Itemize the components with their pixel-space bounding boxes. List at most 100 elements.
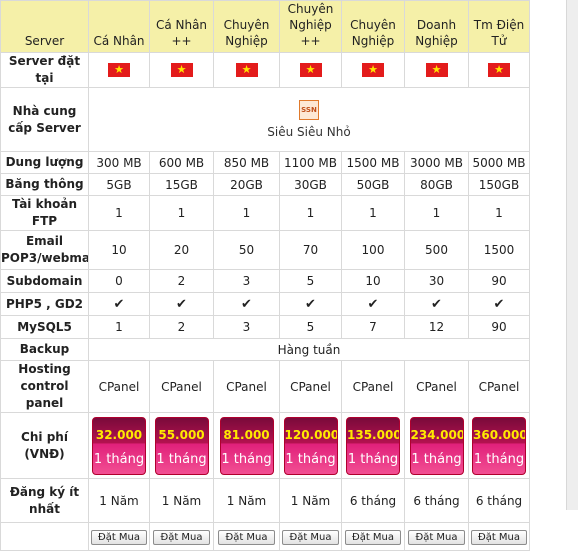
checkmark-icon: ✔ <box>241 296 252 312</box>
email-value: 50 <box>213 230 280 270</box>
bandwidth-value: 50GB <box>341 173 405 196</box>
price-period: 1 tháng <box>347 451 399 467</box>
checkmark-icon: ✔ <box>176 296 187 312</box>
min-term-value: 6 tháng <box>404 478 469 523</box>
header-plan-6: Doanh Nghiệp <box>404 0 469 53</box>
control-panel-value: CPanel <box>279 360 342 413</box>
php-row: PHP5 , GD2 ✔ ✔ ✔ ✔ ✔ ✔ ✔ <box>0 292 530 316</box>
control-panel-value: CPanel <box>341 360 405 413</box>
order-button[interactable]: Đặt Mua <box>90 529 148 545</box>
email-value: 500 <box>404 230 469 270</box>
price-period: 1 tháng <box>156 451 207 467</box>
server-location-row: Server đặt tại ★ ★ ★ ★ ★ ★ ★ <box>0 52 530 88</box>
email-row: Email POP3/webmail 10 20 50 70 100 500 1… <box>0 230 530 270</box>
header-row: Server Cá Nhân Cá Nhân ++ Chuyên Nghiệp … <box>0 0 530 53</box>
checkmark-icon: ✔ <box>367 296 379 312</box>
mysql-value: 2 <box>149 315 214 339</box>
min-term-value: 1 Năm <box>149 478 214 523</box>
email-value: 100 <box>341 230 405 270</box>
pricing-frame: Server Cá Nhân Cá Nhân ++ Chuyên Nghiệp … <box>0 0 530 551</box>
bandwidth-value: 15GB <box>149 173 214 196</box>
control-panel-value: CPanel <box>468 360 530 413</box>
provider-row: Nhà cung cấp Server SSN Siêu Siêu Nhỏ <box>0 87 530 152</box>
storage-value: 600 MB <box>149 151 214 174</box>
mysql-value: 1 <box>88 315 150 339</box>
row-label-subdomain: Subdomain <box>0 269 89 293</box>
vertical-scrollbar[interactable] <box>566 0 578 510</box>
header-plan-1: Cá Nhân <box>88 0 150 53</box>
checkmark-icon: ✔ <box>493 296 505 312</box>
email-value: 70 <box>279 230 342 270</box>
price-amount: 55.000 <box>158 427 205 442</box>
price-badge: 81.000 1 tháng <box>219 416 274 475</box>
row-label-bandwidth: Băng thông <box>0 173 89 196</box>
hosting-pricing-table: Server Cá Nhân Cá Nhân ++ Chuyên Nghiệp … <box>0 0 530 551</box>
row-label-ftp: Tài khoản FTP <box>0 195 89 231</box>
order-button[interactable]: Đặt Mua <box>344 529 402 545</box>
mysql-value: 3 <box>213 315 280 339</box>
order-button[interactable]: Đặt Mua <box>153 529 210 545</box>
ftp-value: 1 <box>149 195 214 231</box>
subdomain-value: 2 <box>149 269 214 293</box>
control-panel-row: Hosting control panel CPanel CPanel CPan… <box>0 360 530 413</box>
provider-name: Siêu Siêu Nhỏ <box>267 125 351 139</box>
mysql-row: MySQL5 1 2 3 5 7 12 90 <box>0 315 530 339</box>
storage-value: 3000 MB <box>404 151 469 174</box>
min-term-value: 6 tháng <box>341 478 405 523</box>
bandwidth-value: 30GB <box>279 173 342 196</box>
price-period: 1 tháng <box>93 451 145 467</box>
control-panel-value: CPanel <box>149 360 214 413</box>
price-badge: 32.000 1 tháng <box>92 416 146 475</box>
mysql-value: 90 <box>468 315 530 339</box>
subdomain-value: 5 <box>279 269 342 293</box>
order-button[interactable]: Đặt Mua <box>218 529 275 545</box>
header-plan-2: Cá Nhân ++ <box>149 0 214 53</box>
price-amount: 234.000 <box>410 427 464 442</box>
bandwidth-value: 150GB <box>468 173 530 196</box>
vietnam-flag-icon: ★ <box>299 63 322 78</box>
min-term-row: Đăng ký ít nhất 1 Năm 1 Năm 1 Năm 1 Năm … <box>0 478 530 523</box>
min-term-value: 6 tháng <box>468 478 530 523</box>
bandwidth-value: 20GB <box>213 173 280 196</box>
mysql-value: 12 <box>404 315 469 339</box>
vietnam-flag-icon: ★ <box>488 63 510 78</box>
backup-value: Hàng tuần <box>88 338 530 361</box>
row-label-storage: Dung lượng <box>0 151 89 174</box>
control-panel-value: CPanel <box>213 360 280 413</box>
subdomain-value: 3 <box>213 269 280 293</box>
provider-logo-icon: SSN <box>299 100 319 120</box>
ftp-value: 1 <box>213 195 280 231</box>
row-label-server-location: Server đặt tại <box>0 52 89 88</box>
ftp-value: 1 <box>279 195 342 231</box>
price-amount: 32.000 <box>95 427 143 442</box>
email-value: 1500 <box>468 230 530 270</box>
subdomain-row: Subdomain 0 2 3 5 10 30 90 <box>0 269 530 293</box>
bandwidth-value: 5GB <box>88 173 150 196</box>
price-badge: 135.000 1 tháng <box>346 416 400 475</box>
vietnam-flag-icon: ★ <box>170 63 193 78</box>
checkmark-icon: ✔ <box>113 296 125 312</box>
storage-row: Dung lượng 300 MB 600 MB 850 MB 1100 MB … <box>0 151 530 174</box>
price-period: 1 tháng <box>411 451 462 467</box>
storage-value: 300 MB <box>88 151 150 174</box>
order-button[interactable]: Đặt Mua <box>282 529 339 545</box>
order-row: Đặt Mua Đặt Mua Đặt Mua Đặt Mua Đặt Mua … <box>0 522 530 551</box>
price-period: 1 tháng <box>473 451 525 467</box>
email-value: 20 <box>149 230 214 270</box>
order-button[interactable]: Đặt Mua <box>408 529 465 545</box>
row-label-email: Email POP3/webmail <box>0 230 89 270</box>
ftp-row: Tài khoản FTP 1 1 1 1 1 1 1 <box>0 195 530 231</box>
backup-row: Backup Hàng tuần <box>0 338 530 361</box>
subdomain-value: 30 <box>404 269 469 293</box>
row-label-control-panel: Hosting control panel <box>0 360 89 413</box>
storage-value: 1500 MB <box>341 151 405 174</box>
row-label-min-term: Đăng ký ít nhất <box>0 478 89 523</box>
storage-value: 850 MB <box>213 151 280 174</box>
price-amount: 120.000 <box>284 427 338 442</box>
ftp-value: 1 <box>404 195 469 231</box>
price-badge: 234.000 1 tháng <box>409 416 464 475</box>
order-button[interactable]: Đặt Mua <box>470 529 528 545</box>
price-row: Chi phí (VNĐ) 32.000 1 tháng 55.000 1 thán… <box>0 412 530 479</box>
bandwidth-value: 80GB <box>404 173 469 196</box>
row-label-mysql: MySQL5 <box>0 315 89 339</box>
